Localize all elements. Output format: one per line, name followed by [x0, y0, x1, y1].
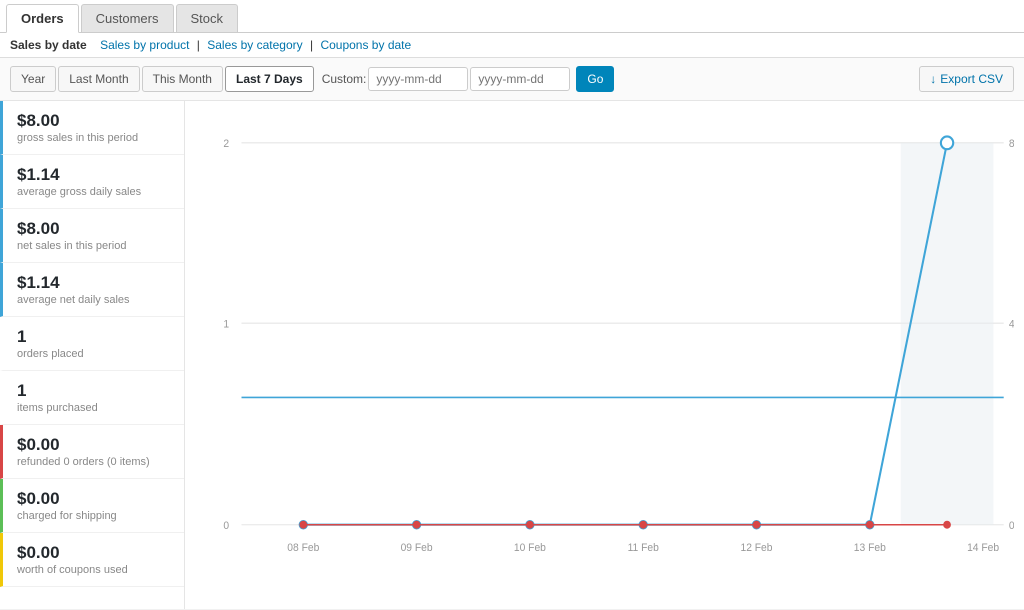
stat-item-2: $8.00 net sales in this period [0, 209, 184, 263]
main-content: $8.00 gross sales in this period $1.14 a… [0, 101, 1024, 609]
stat-item-0: $8.00 gross sales in this period [0, 101, 184, 155]
svg-text:10 Feb: 10 Feb [514, 543, 546, 554]
subnav-link-category[interactable]: Sales by category [207, 38, 302, 52]
svg-text:2: 2 [223, 139, 229, 150]
stat-label-8: worth of coupons used [17, 564, 170, 576]
stat-item-5: 1 items purchased [0, 371, 184, 425]
stat-value-7: $0.00 [17, 489, 170, 509]
stat-label-5: items purchased [17, 402, 170, 414]
svg-text:09 Feb: 09 Feb [401, 543, 433, 554]
stat-label-1: average gross daily sales [17, 186, 170, 198]
filter-last-7-days[interactable]: Last 7 Days [225, 66, 314, 92]
stat-value-2: $8.00 [17, 219, 170, 239]
filter-this-month[interactable]: This Month [142, 66, 223, 92]
stat-label-7: charged for shipping [17, 510, 170, 522]
stat-value-3: $1.14 [17, 273, 170, 293]
custom-label: Custom: [322, 72, 367, 86]
svg-text:13 Feb: 13 Feb [854, 543, 886, 554]
subnav-link-product[interactable]: Sales by product [100, 38, 189, 52]
stat-item-7: $0.00 charged for shipping [0, 479, 184, 533]
filter-last-month[interactable]: Last Month [58, 66, 139, 92]
svg-text:1: 1 [223, 319, 229, 330]
svg-text:8.16: 8.16 [1009, 139, 1014, 150]
stat-value-5: 1 [17, 381, 170, 401]
stat-item-3: $1.14 average net daily sales [0, 263, 184, 317]
export-csv-button[interactable]: ↓ Export CSV [919, 66, 1014, 92]
filter-bar: Year Last Month This Month Last 7 Days C… [0, 58, 1024, 101]
tab-customers[interactable]: Customers [81, 4, 174, 32]
custom-date-start[interactable] [368, 67, 468, 91]
stat-value-0: $8.00 [17, 111, 170, 131]
top-tabs-bar: Orders Customers Stock [0, 0, 1024, 33]
svg-text:0: 0 [223, 521, 229, 532]
stat-value-6: $0.00 [17, 435, 170, 455]
tab-orders[interactable]: Orders [6, 4, 79, 33]
stat-label-2: net sales in this period [17, 240, 170, 252]
stat-item-6: $0.00 refunded 0 orders (0 items) [0, 425, 184, 479]
custom-date-end[interactable] [470, 67, 570, 91]
download-icon: ↓ [930, 72, 936, 86]
svg-text:08 Feb: 08 Feb [287, 543, 319, 554]
stat-value-4: 1 [17, 327, 170, 347]
stat-label-0: gross sales in this period [17, 132, 170, 144]
svg-text:12 Feb: 12 Feb [740, 543, 772, 554]
stat-item-8: $0.00 worth of coupons used [0, 533, 184, 587]
stat-label-6: refunded 0 orders (0 items) [17, 456, 170, 468]
tab-stock[interactable]: Stock [176, 4, 239, 32]
stats-sidebar: $8.00 gross sales in this period $1.14 a… [0, 101, 185, 609]
stat-value-1: $1.14 [17, 165, 170, 185]
sales-chart: 2 1 0 8.16 4.08 0.00 08 Feb 09 Feb 10 Fe… [190, 111, 1014, 599]
subnav-link-coupons[interactable]: Coupons by date [320, 38, 411, 52]
stat-label-4: orders placed [17, 348, 170, 360]
svg-text:4.08: 4.08 [1009, 319, 1014, 330]
svg-text:14 Feb: 14 Feb [967, 543, 999, 554]
stat-label-3: average net daily sales [17, 294, 170, 306]
subnav-prefix: Sales by date [10, 38, 87, 52]
stat-value-8: $0.00 [17, 543, 170, 563]
sub-navigation: Sales by date Sales by product | Sales b… [0, 33, 1024, 58]
go-button[interactable]: Go [576, 66, 614, 92]
export-label: Export CSV [940, 72, 1003, 86]
filter-year[interactable]: Year [10, 66, 56, 92]
svg-text:0.00: 0.00 [1009, 521, 1014, 532]
svg-text:11 Feb: 11 Feb [628, 543, 659, 554]
stat-item-4: 1 orders placed [0, 317, 184, 371]
stat-item-1: $1.14 average gross daily sales [0, 155, 184, 209]
chart-area: 2 1 0 8.16 4.08 0.00 08 Feb 09 Feb 10 Fe… [185, 101, 1024, 609]
